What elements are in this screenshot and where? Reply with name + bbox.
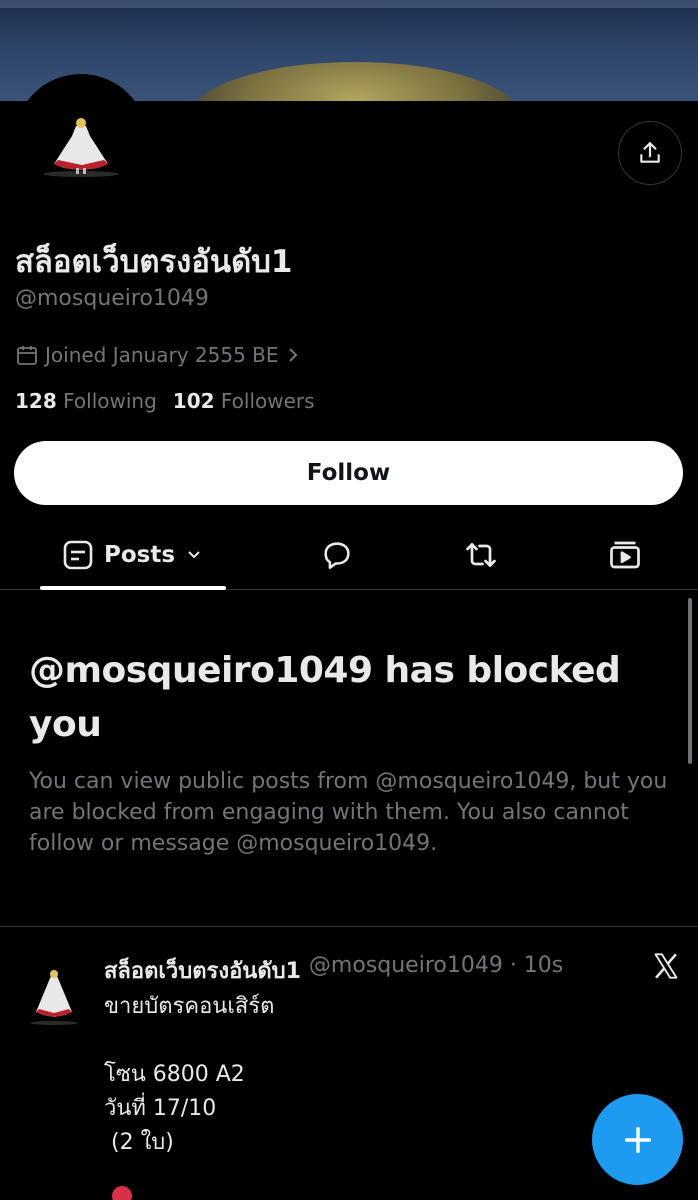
follow-button[interactable]: Follow [14,441,683,505]
post-avatar[interactable] [28,968,80,1026]
tab-reposts[interactable] [462,536,500,574]
divider [0,926,698,927]
posts-icon [63,540,93,570]
calendar-icon [17,346,37,365]
reposts-icon [466,543,496,567]
red-emoji-icon [112,1186,132,1200]
follow-counts: 128 Following 102 Followers [15,389,315,413]
banner-dome [190,62,520,101]
profile-handle: @mosqueiro1049 [15,286,209,311]
share-button[interactable] [618,121,682,185]
scrollbar[interactable] [688,598,692,764]
tab-posts-label: Posts [104,542,176,568]
chevron-right-icon [288,348,297,362]
following-count: 128 [15,389,57,413]
followers-label: Followers [220,389,315,413]
profile-avatar[interactable] [14,74,148,208]
share-icon [640,142,660,163]
tab-media[interactable] [606,536,644,574]
active-tab-indicator [40,586,226,590]
compose-post-button[interactable] [592,1094,683,1185]
joined-date[interactable]: Joined January 2555 BE [15,342,301,368]
followers-link[interactable]: 102 Followers [173,389,315,413]
post-author[interactable]: สล็อตเว็บตรงอันดับ1 [104,953,301,988]
post-header: สล็อตเว็บตรงอันดับ1 @mosqueiro1049 · 10s [104,953,563,988]
plus-icon [624,1126,651,1153]
following-link[interactable]: 128 Following [15,389,157,413]
joined-label: Joined January 2555 BE [45,343,279,367]
replies-icon [324,542,350,570]
media-icon [610,541,640,569]
post-body: ขายบัตรคอนเสิร์ต โซน 6800 A2 วันที่ 17/1… [104,994,275,1155]
followers-count: 102 [172,389,215,413]
profile-display-name: สล็อตเว็บตรงอันดับ1 [15,244,293,280]
tab-posts[interactable]: Posts [40,520,226,590]
tab-replies[interactable] [318,536,356,574]
blocked-title: @mosqueiro1049 has blocked you [29,650,621,745]
chevron-down-icon [188,551,200,559]
profile-tabs: Posts [0,520,698,590]
post-handle-time: @mosqueiro1049 · 10s [308,953,564,978]
following-label: Following [63,389,157,413]
x-logo-icon [654,953,678,979]
blocked-description: You can view public posts from @mosqueir… [29,769,668,856]
banner-sky [0,0,698,8]
